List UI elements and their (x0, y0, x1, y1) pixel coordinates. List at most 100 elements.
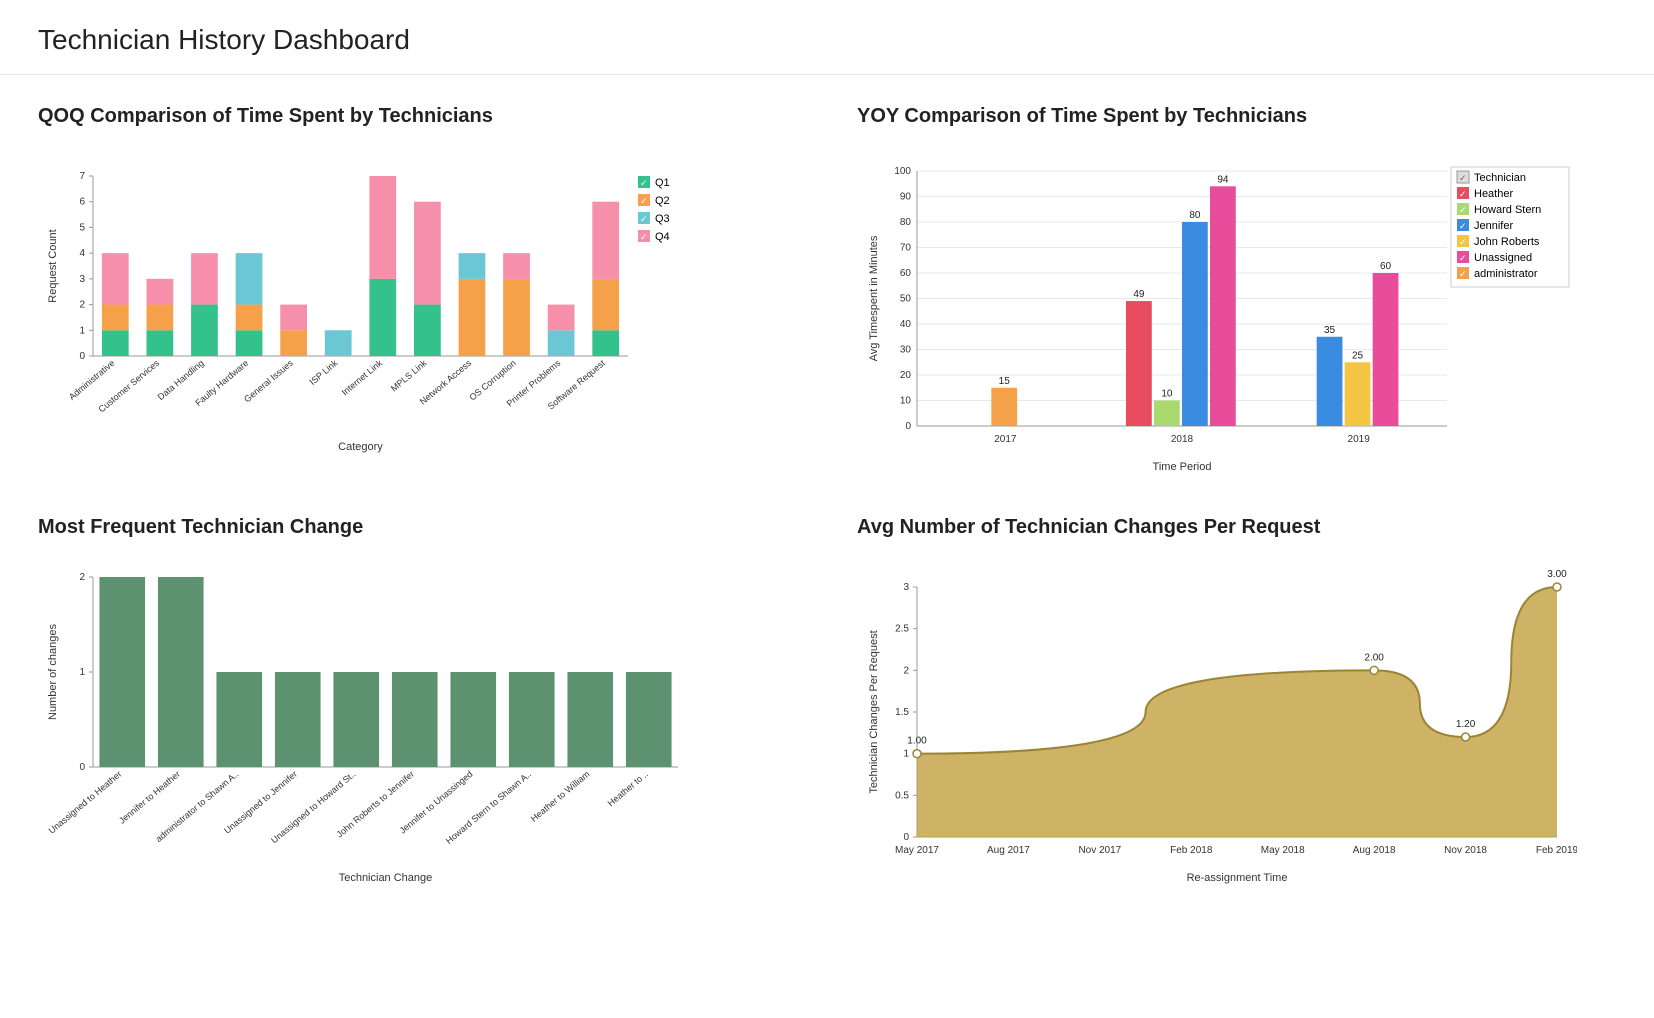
svg-text:80: 80 (900, 217, 912, 228)
svg-text:6: 6 (79, 197, 85, 208)
svg-text:100: 100 (894, 166, 911, 177)
chart-svg-freq: 012Number of changesUnassigned to Heathe… (38, 567, 698, 887)
svg-text:Time Period: Time Period (1153, 461, 1212, 473)
svg-text:50: 50 (900, 294, 912, 305)
page-title: Technician History Dashboard (38, 24, 1616, 56)
svg-text:✓: ✓ (640, 196, 648, 206)
svg-text:Heather to William: Heather to William (529, 769, 592, 824)
svg-text:✓: ✓ (1459, 173, 1467, 183)
chart-svg-yoy: 0 10 20 30 40 50 60 70 80 90 100 Avg Timespent in M… (857, 156, 1577, 476)
svg-text:Request Count: Request Count (47, 229, 59, 302)
svg-text:Howard Stern: Howard Stern (1474, 204, 1541, 216)
svg-text:2.5: 2.5 (895, 624, 909, 635)
svg-text:Technician: Technician (1474, 172, 1526, 184)
svg-text:1.20: 1.20 (1456, 719, 1476, 730)
svg-text:Re-assignment Time: Re-assignment Time (1187, 872, 1288, 884)
svg-text:49: 49 (1133, 289, 1145, 300)
chart-svg-qoq: 01234567Request CountAdministrativeCusto… (38, 156, 698, 456)
svg-text:Nov 2017: Nov 2017 (1078, 845, 1121, 856)
svg-text:John Roberts: John Roberts (1474, 236, 1540, 248)
svg-text:10: 10 (1161, 389, 1173, 400)
dashboard-grid: QOQ Comparison of Time Spent by Technici… (0, 75, 1654, 917)
chart-avg: 00.511.522.53Technician Changes Per Requ… (857, 567, 1616, 887)
svg-text:1: 1 (903, 749, 909, 760)
svg-text:✓: ✓ (1459, 205, 1467, 215)
svg-text:Category: Category (338, 441, 383, 453)
svg-text:0: 0 (79, 762, 85, 773)
chart-freq: 012Number of changesUnassigned to Heathe… (38, 567, 797, 887)
svg-text:80: 80 (1189, 210, 1201, 221)
panel-yoy: YOY Comparison of Time Spent by Technici… (857, 105, 1616, 476)
svg-text:Q1: Q1 (655, 177, 670, 189)
svg-text:Q2: Q2 (655, 195, 670, 207)
svg-text:May 2018: May 2018 (1261, 845, 1305, 856)
svg-text:1.5: 1.5 (895, 707, 909, 718)
svg-text:2018: 2018 (1171, 434, 1194, 445)
svg-text:✓: ✓ (1459, 269, 1467, 279)
svg-text:2.00: 2.00 (1364, 652, 1384, 663)
svg-text:0: 0 (905, 421, 911, 432)
svg-text:Q3: Q3 (655, 213, 670, 225)
svg-text:0: 0 (79, 351, 85, 362)
svg-text:5: 5 (79, 222, 85, 233)
svg-text:Jennifer to Heather: Jennifer to Heather (117, 769, 182, 826)
svg-text:2: 2 (79, 300, 85, 311)
svg-text:Heather: Heather (1474, 188, 1513, 200)
svg-text:15: 15 (999, 376, 1011, 387)
svg-text:1.00: 1.00 (907, 736, 927, 747)
svg-text:✓: ✓ (1459, 189, 1467, 199)
panel-title-freq: Most Frequent Technician Change (38, 516, 797, 539)
svg-text:Q4: Q4 (655, 231, 670, 243)
svg-text:2019: 2019 (1348, 434, 1371, 445)
svg-text:35: 35 (1324, 325, 1336, 336)
svg-text:1: 1 (79, 667, 85, 678)
svg-text:4: 4 (79, 248, 85, 259)
svg-text:✓: ✓ (640, 232, 648, 242)
svg-text:✓: ✓ (640, 178, 648, 188)
svg-text:Avg Timespent in Minutes: Avg Timespent in Minutes (868, 235, 880, 361)
panel-title-avg: Avg Number of Technician Changes Per Req… (857, 516, 1616, 539)
svg-text:✓: ✓ (1459, 237, 1467, 247)
svg-text:94: 94 (1217, 174, 1229, 185)
svg-text:60: 60 (1380, 261, 1392, 272)
svg-text:Jennifer: Jennifer (1474, 220, 1513, 232)
svg-text:2: 2 (79, 572, 85, 583)
svg-text:3.00: 3.00 (1547, 569, 1567, 580)
panel-avg: Avg Number of Technician Changes Per Req… (857, 516, 1616, 887)
panel-freq: Most Frequent Technician Change 012Numbe… (38, 516, 797, 887)
chart-yoy: 0 10 20 30 40 50 60 70 80 90 100 Avg Timespent in M… (857, 156, 1616, 476)
svg-text:Heather to ..: Heather to .. (606, 769, 650, 808)
svg-text:Technician Changes Per Request: Technician Changes Per Request (868, 630, 880, 793)
svg-text:Unassigned to Heather: Unassigned to Heather (47, 769, 124, 836)
svg-text:2017: 2017 (994, 434, 1017, 445)
svg-text:3: 3 (903, 582, 909, 593)
svg-text:General Issues: General Issues (242, 358, 295, 405)
svg-text:Feb 2018: Feb 2018 (1170, 845, 1213, 856)
svg-text:7: 7 (79, 171, 85, 182)
svg-text:administrator: administrator (1474, 268, 1538, 280)
svg-text:✓: ✓ (640, 214, 648, 224)
panel-qoq: QOQ Comparison of Time Spent by Technici… (38, 105, 797, 476)
svg-text:20: 20 (900, 370, 912, 381)
svg-text:70: 70 (900, 243, 912, 254)
svg-text:May 2017: May 2017 (895, 845, 939, 856)
svg-text:0: 0 (903, 832, 909, 843)
svg-text:2: 2 (903, 665, 909, 676)
svg-text:Feb 2019: Feb 2019 (1536, 845, 1577, 856)
svg-text:✓: ✓ (1459, 253, 1467, 263)
svg-text:ISP Link: ISP Link (308, 358, 340, 387)
svg-text:40: 40 (900, 319, 912, 330)
chart-qoq: 01234567Request CountAdministrativeCusto… (38, 156, 797, 456)
svg-text:MPLS Link: MPLS Link (389, 358, 429, 394)
chart-svg-avg: 00.511.522.53Technician Changes Per Requ… (857, 567, 1577, 887)
panel-title-yoy: YOY Comparison of Time Spent by Technici… (857, 105, 1616, 128)
svg-text:25: 25 (1352, 350, 1364, 361)
svg-text:Aug 2018: Aug 2018 (1353, 845, 1396, 856)
svg-text:30: 30 (900, 345, 912, 356)
svg-text:90: 90 (900, 192, 912, 203)
panel-title-qoq: QOQ Comparison of Time Spent by Technici… (38, 105, 797, 128)
svg-text:60: 60 (900, 268, 912, 279)
svg-text:3: 3 (79, 274, 85, 285)
svg-text:Aug 2017: Aug 2017 (987, 845, 1030, 856)
svg-text:✓: ✓ (1459, 221, 1467, 231)
